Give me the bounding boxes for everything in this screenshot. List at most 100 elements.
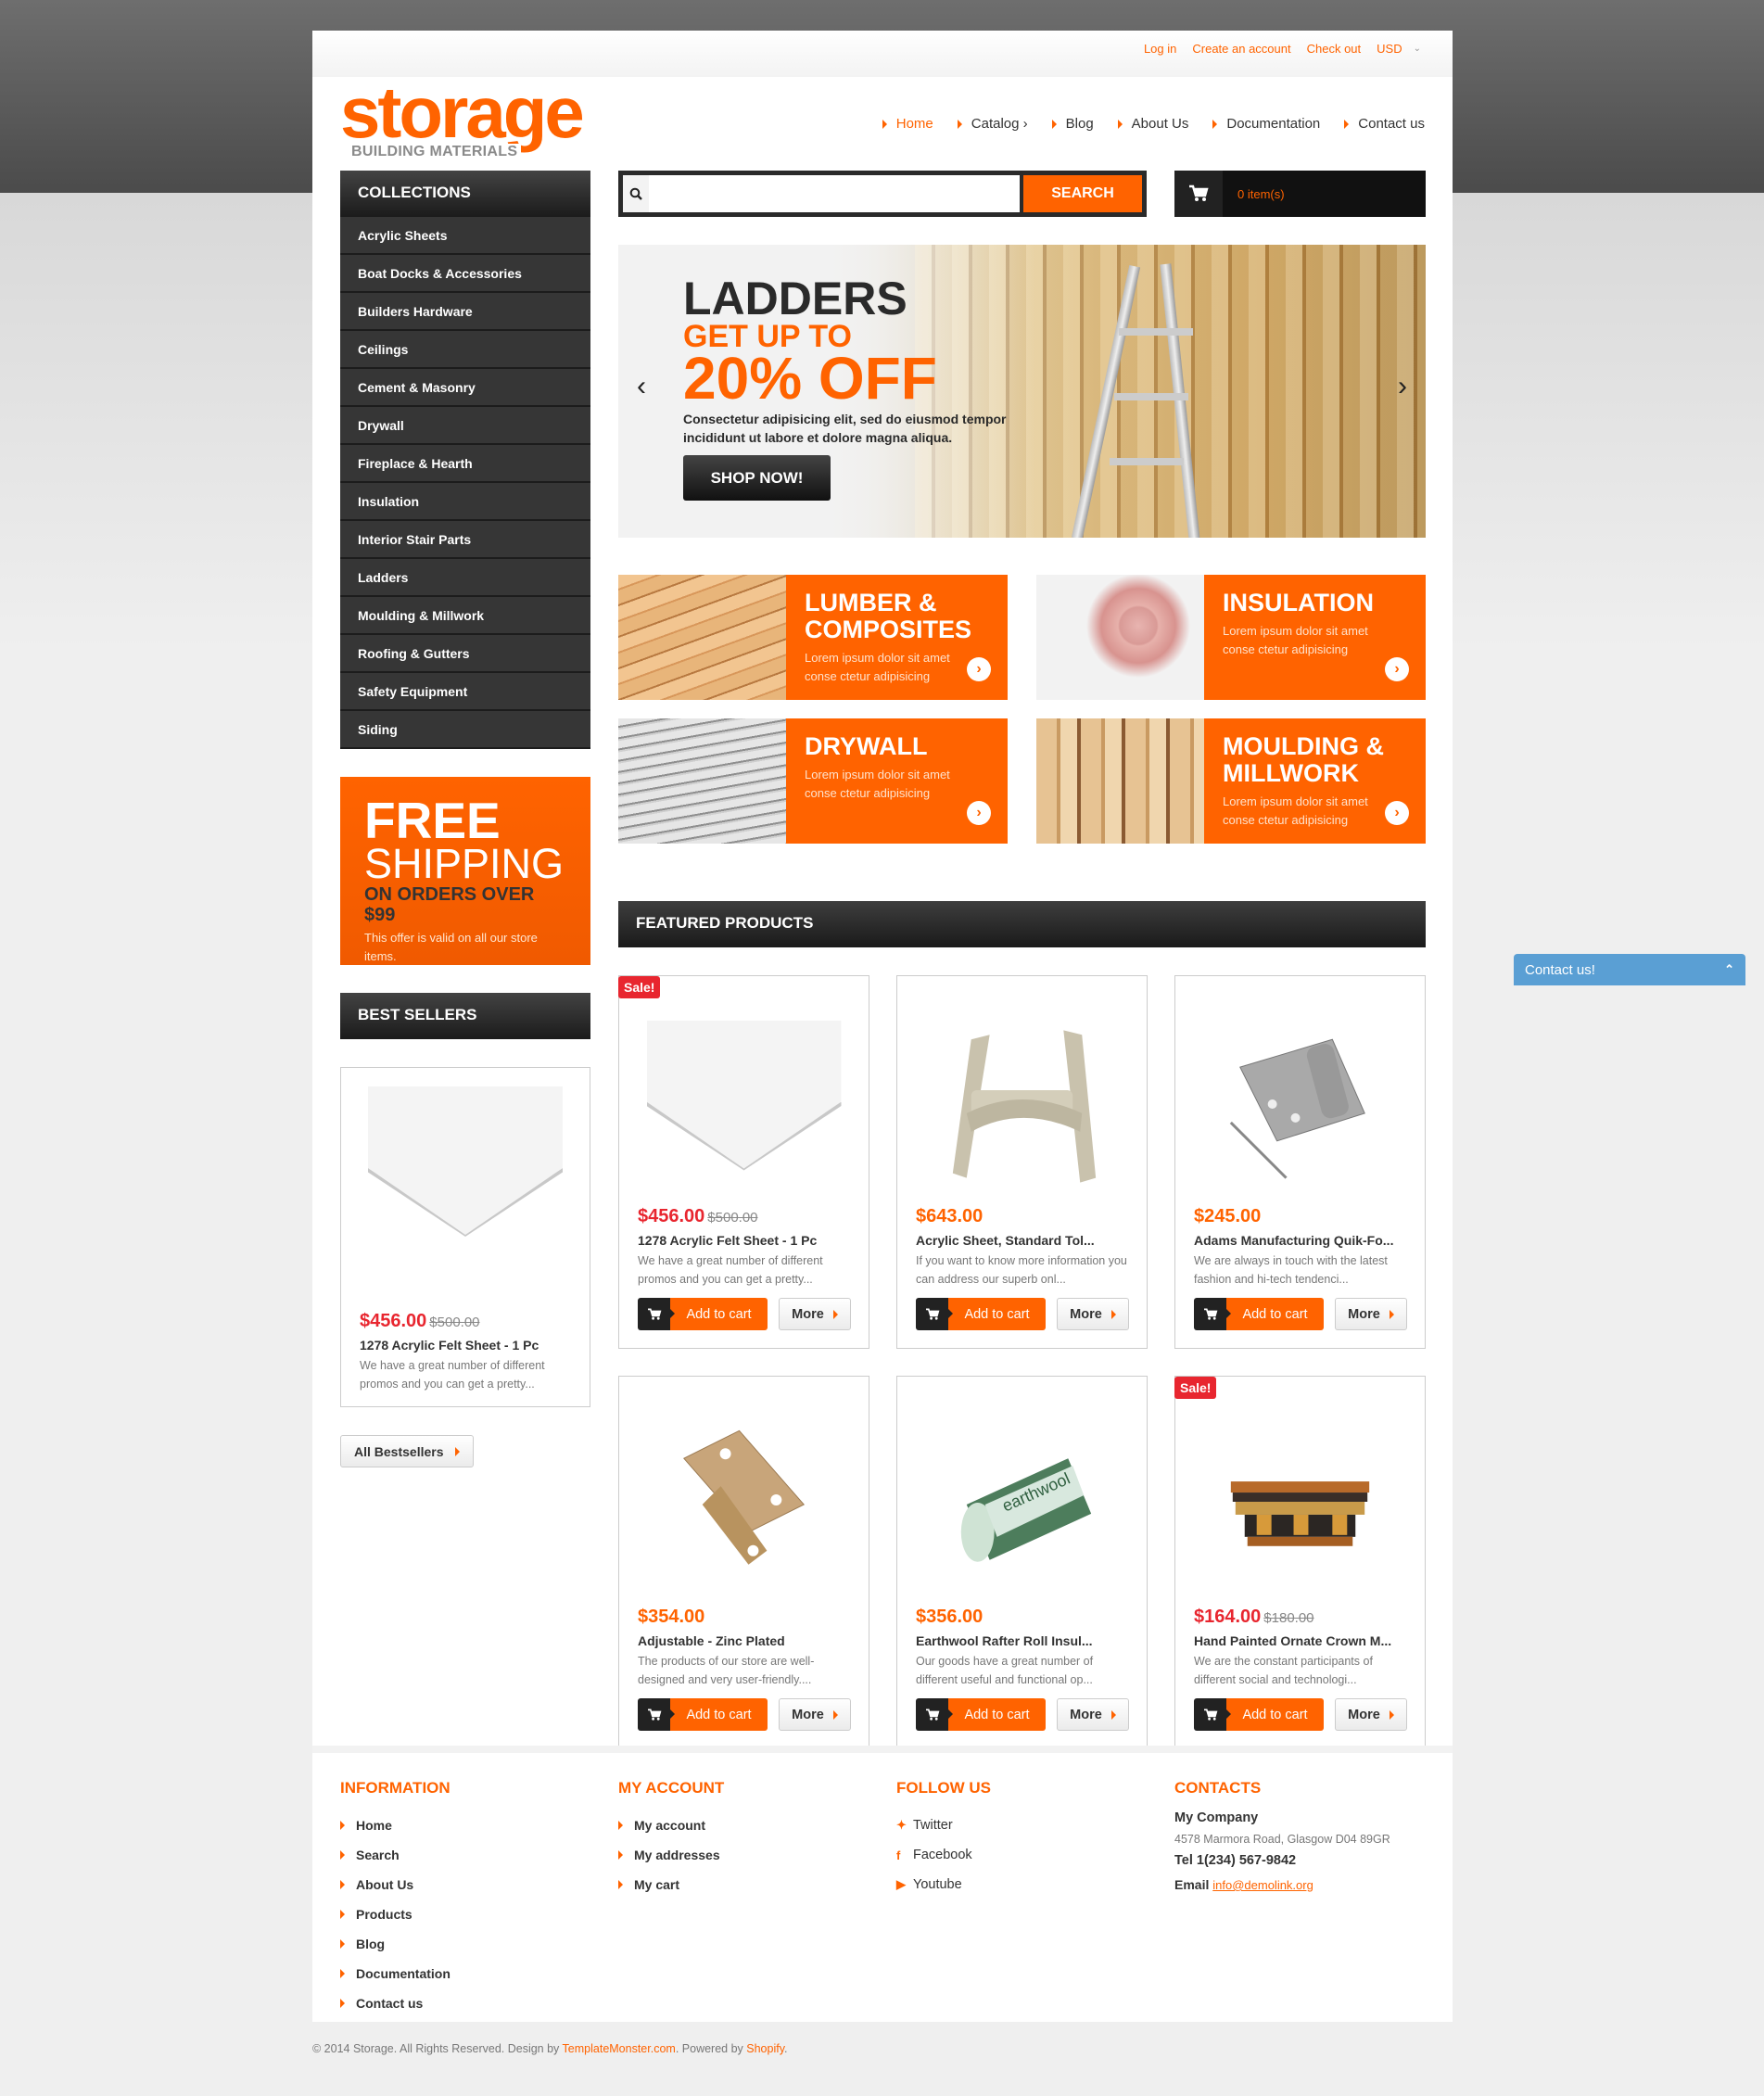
- search-button[interactable]: SEARCH: [1023, 175, 1142, 212]
- footer-link[interactable]: About Us: [340, 1870, 451, 1899]
- product-name[interactable]: 1278 Acrylic Felt Sheet - 1 Pc: [360, 1338, 571, 1353]
- banner-lumber[interactable]: LUMBER & COMPOSITES Lorem ipsum dolor sit…: [618, 575, 1008, 700]
- collection-item[interactable]: Safety Equipment: [340, 673, 590, 711]
- collection-item[interactable]: Insulation: [340, 483, 590, 521]
- bestseller-card[interactable]: $456.00 $500.00 1278 Acrylic Felt Sheet -…: [340, 1067, 590, 1407]
- slider-next-icon[interactable]: ›: [1398, 373, 1407, 400]
- main-nav: Home Catalog › Blog About Us Documentati…: [882, 116, 1425, 132]
- footer-account: MY ACCOUNT My account My addresses My ca…: [618, 1779, 724, 1899]
- collection-item[interactable]: Roofing & Gutters: [340, 635, 590, 673]
- collection-item[interactable]: Builders Hardware: [340, 293, 590, 331]
- shopify-link[interactable]: Shopify: [746, 2042, 784, 2055]
- product-card[interactable]: $245.00 Adams Manufacturing Quik-Fo... We …: [1174, 975, 1426, 1349]
- product-name[interactable]: Adjustable - Zinc Plated: [638, 1633, 853, 1648]
- nav-documentation[interactable]: Documentation: [1212, 116, 1320, 132]
- nav-about[interactable]: About Us: [1117, 116, 1188, 132]
- add-to-cart-button[interactable]: Add to cart: [1194, 1698, 1324, 1731]
- more-button[interactable]: More: [1335, 1698, 1407, 1731]
- collection-item[interactable]: Boat Docks & Accessories: [340, 255, 590, 293]
- hero-slider[interactable]: LADDERS GET UP TO 20% OFF Consectetur ad…: [618, 245, 1426, 538]
- product-name[interactable]: Earthwool Rafter Roll Insul...: [916, 1633, 1131, 1648]
- banner-insulation[interactable]: INSULATION Lorem ipsum dolor sit amet con…: [1036, 575, 1426, 700]
- more-button[interactable]: More: [1057, 1298, 1129, 1330]
- product-image[interactable]: [368, 1086, 563, 1267]
- checkout-link[interactable]: Check out: [1307, 42, 1362, 56]
- add-to-cart-button[interactable]: Add to cart: [638, 1298, 768, 1330]
- product-card[interactable]: Sale! $164.00 $180.00 Hand Painted Ornate C…: [1174, 1376, 1426, 1749]
- twitter-link[interactable]: ✦ Twitter: [896, 1810, 991, 1840]
- nav-home[interactable]: Home: [882, 116, 933, 132]
- search-input[interactable]: [649, 175, 1020, 212]
- company-address: 4578 Marmora Road, Glasgow D04 89GR: [1174, 1833, 1390, 1846]
- more-button[interactable]: More: [779, 1298, 851, 1330]
- all-bestsellers-label: All Bestsellers: [354, 1443, 444, 1459]
- chevron-right-circle-icon: ›: [967, 657, 991, 681]
- logo[interactable]: storage BUILDING MATERIALS: [340, 71, 585, 160]
- footer-link[interactable]: Blog: [340, 1929, 451, 1959]
- add-to-cart-button[interactable]: Add to cart: [1194, 1298, 1324, 1330]
- footer-link-label: Products: [356, 1907, 412, 1922]
- collection-item[interactable]: Acrylic Sheets: [340, 217, 590, 255]
- login-link[interactable]: Log in: [1144, 42, 1176, 56]
- collection-item[interactable]: Fireplace & Hearth: [340, 445, 590, 483]
- cart-icon: [1174, 171, 1223, 217]
- footer-link[interactable]: Search: [340, 1840, 451, 1870]
- collection-item[interactable]: Interior Stair Parts: [340, 521, 590, 559]
- product-name[interactable]: 1278 Acrylic Felt Sheet - 1 Pc: [638, 1233, 853, 1248]
- collection-item[interactable]: Cement & Masonry: [340, 369, 590, 407]
- collection-item[interactable]: Siding: [340, 711, 590, 749]
- add-to-cart-button[interactable]: Add to cart: [916, 1298, 1046, 1330]
- product-card[interactable]: Sale! $456.00 $500.00 1278 Acrylic Felt She…: [618, 975, 869, 1349]
- collection-item[interactable]: Drywall: [340, 407, 590, 445]
- nav-blog[interactable]: Blog: [1051, 116, 1094, 132]
- product-image[interactable]: [646, 1020, 842, 1178]
- collection-item[interactable]: Ceilings: [340, 331, 590, 369]
- slider-prev-icon[interactable]: ‹: [637, 373, 646, 400]
- add-to-cart-button[interactable]: Add to cart: [916, 1698, 1046, 1731]
- product-desc: The products of our store are well-desig…: [638, 1655, 815, 1686]
- footer-link[interactable]: My addresses: [618, 1840, 724, 1870]
- product-price: $356.00: [916, 1607, 984, 1627]
- banner-desc: Lorem ipsum dolor sit amet conse ctetur …: [1223, 794, 1368, 827]
- arrow-icon: [1117, 119, 1123, 129]
- logo-brand: storage: [340, 71, 585, 153]
- contact-widget[interactable]: Contact us! ⌃: [1514, 954, 1745, 985]
- collection-item[interactable]: Moulding & Millwork: [340, 597, 590, 635]
- footer-information: INFORMATION Home Search About Us Product…: [340, 1779, 451, 2018]
- banner-moulding[interactable]: MOULDING & MILLWORK Lorem ipsum dolor sit…: [1036, 718, 1426, 844]
- product-name[interactable]: Acrylic Sheet, Standard Tol...: [916, 1233, 1131, 1248]
- footer-link[interactable]: Documentation: [340, 1959, 451, 1988]
- product-card[interactable]: $354.00 Adjustable - Zinc Plated The produ…: [618, 1376, 869, 1749]
- footer-link[interactable]: My cart: [618, 1870, 724, 1899]
- more-button[interactable]: More: [779, 1698, 851, 1731]
- nav-label: Catalog ›: [971, 116, 1028, 132]
- all-bestsellers-button[interactable]: All Bestsellers: [340, 1435, 474, 1467]
- more-button[interactable]: More: [1335, 1298, 1407, 1330]
- product-name[interactable]: Hand Painted Ornate Crown M...: [1194, 1633, 1409, 1648]
- collection-item[interactable]: Ladders: [340, 559, 590, 597]
- product-name[interactable]: Adams Manufacturing Quik-Fo...: [1194, 1233, 1409, 1248]
- footer-link[interactable]: Home: [340, 1810, 451, 1840]
- footer-link-label: Contact us: [356, 1996, 424, 2011]
- free-shipping-banner[interactable]: FREE SHIPPING ON ORDERS OVER $99 This of…: [340, 777, 590, 965]
- facebook-link[interactable]: f Facebook: [896, 1840, 991, 1870]
- currency-select[interactable]: USD ⌄: [1377, 42, 1421, 56]
- nav-catalog[interactable]: Catalog ›: [957, 116, 1028, 132]
- product-card[interactable]: $643.00 Acrylic Sheet, Standard Tol... If …: [896, 975, 1148, 1349]
- featured-title: FEATURED PRODUCTS: [618, 901, 1426, 947]
- cart-widget[interactable]: 0 item(s): [1174, 171, 1426, 217]
- more-button[interactable]: More: [1057, 1698, 1129, 1731]
- email-link[interactable]: info@demolink.org: [1212, 1878, 1313, 1892]
- add-to-cart-button[interactable]: Add to cart: [638, 1698, 768, 1731]
- banner-drywall[interactable]: DRYWALL Lorem ipsum dolor sit amet conse …: [618, 718, 1008, 844]
- top-bar: Log in Create an account Check out USD ⌄: [312, 31, 1453, 77]
- shop-now-button[interactable]: SHOP NOW!: [683, 455, 831, 501]
- youtube-link[interactable]: ▶ Youtube: [896, 1870, 991, 1899]
- templatemonster-link[interactable]: TemplateMonster.com: [563, 2042, 676, 2055]
- nav-contact[interactable]: Contact us: [1344, 116, 1425, 132]
- create-account-link[interactable]: Create an account: [1192, 42, 1290, 56]
- footer-link[interactable]: Products: [340, 1899, 451, 1929]
- footer-link[interactable]: Contact us: [340, 1988, 451, 2018]
- footer-link[interactable]: My account: [618, 1810, 724, 1840]
- product-card[interactable]: earthwool $356.00 Earthwool Rafter Roll In…: [896, 1376, 1148, 1749]
